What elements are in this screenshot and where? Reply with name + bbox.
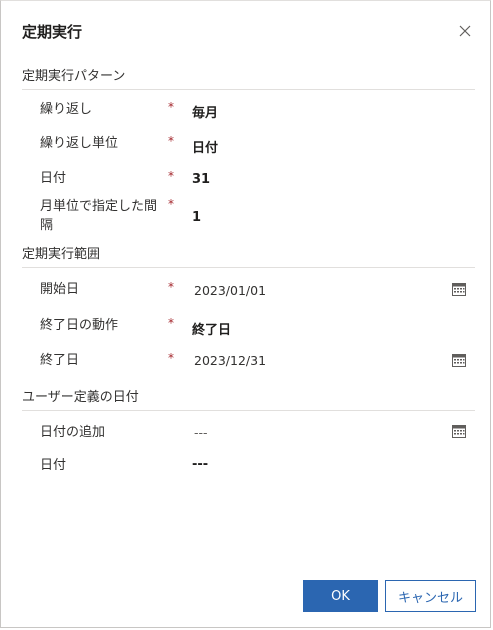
repeat-value[interactable]: 毎月 (192, 102, 218, 121)
section-heading-custom-dates: ユーザー定義の日付 (22, 390, 139, 405)
field-label-end-action: 終了日の動作 (40, 318, 119, 333)
field-label-end-date: 終了日 (40, 353, 80, 368)
close-icon[interactable] (457, 23, 473, 39)
cancel-button[interactable]: キャンセル (385, 580, 476, 612)
add-date-input[interactable]: --- (194, 425, 208, 440)
field-label-line: 月単位で指定した間 (40, 199, 158, 214)
field-label-month-interval: 月単位で指定した間 隔 (40, 197, 157, 235)
end-action-value[interactable]: 終了日 (192, 319, 231, 338)
section-heading-range: 定期実行範囲 (22, 247, 101, 262)
dialog-title: 定期実行 (22, 23, 83, 41)
field-label-date: 日付 (40, 458, 67, 473)
divider (22, 267, 475, 268)
ok-button[interactable]: OK (303, 580, 378, 612)
calendar-icon[interactable] (452, 423, 466, 438)
divider (22, 89, 475, 90)
start-date-input[interactable]: 2023/01/01 (194, 283, 266, 298)
calendar-icon[interactable] (452, 281, 466, 296)
repeat-unit-value[interactable]: 日付 (192, 137, 218, 156)
required-marker: * (168, 169, 174, 183)
field-label-line: 隔 (40, 218, 54, 233)
date-value: --- (192, 457, 209, 472)
field-label-start-date: 開始日 (40, 282, 80, 297)
required-marker: * (168, 351, 174, 365)
month-interval-value[interactable]: 1 (192, 210, 201, 225)
required-marker: * (168, 134, 174, 148)
required-marker: * (168, 197, 174, 211)
recurrence-dialog: 定期実行 定期実行パターン 繰り返し * 毎月 繰り返し単位 * 日付 日付 *… (0, 0, 491, 628)
required-marker: * (168, 100, 174, 114)
field-label-day: 日付 (40, 171, 67, 186)
day-value[interactable]: 31 (192, 172, 210, 187)
required-marker: * (168, 280, 174, 294)
end-date-input[interactable]: 2023/12/31 (194, 353, 266, 368)
field-label-repeat-unit: 繰り返し単位 (40, 136, 119, 151)
required-marker: * (168, 316, 174, 330)
divider (22, 410, 475, 411)
field-label-repeat: 繰り返し (40, 102, 93, 117)
field-label-add-date: 日付の追加 (40, 425, 106, 440)
calendar-icon[interactable] (452, 352, 466, 367)
section-heading-pattern: 定期実行パターン (22, 69, 126, 84)
